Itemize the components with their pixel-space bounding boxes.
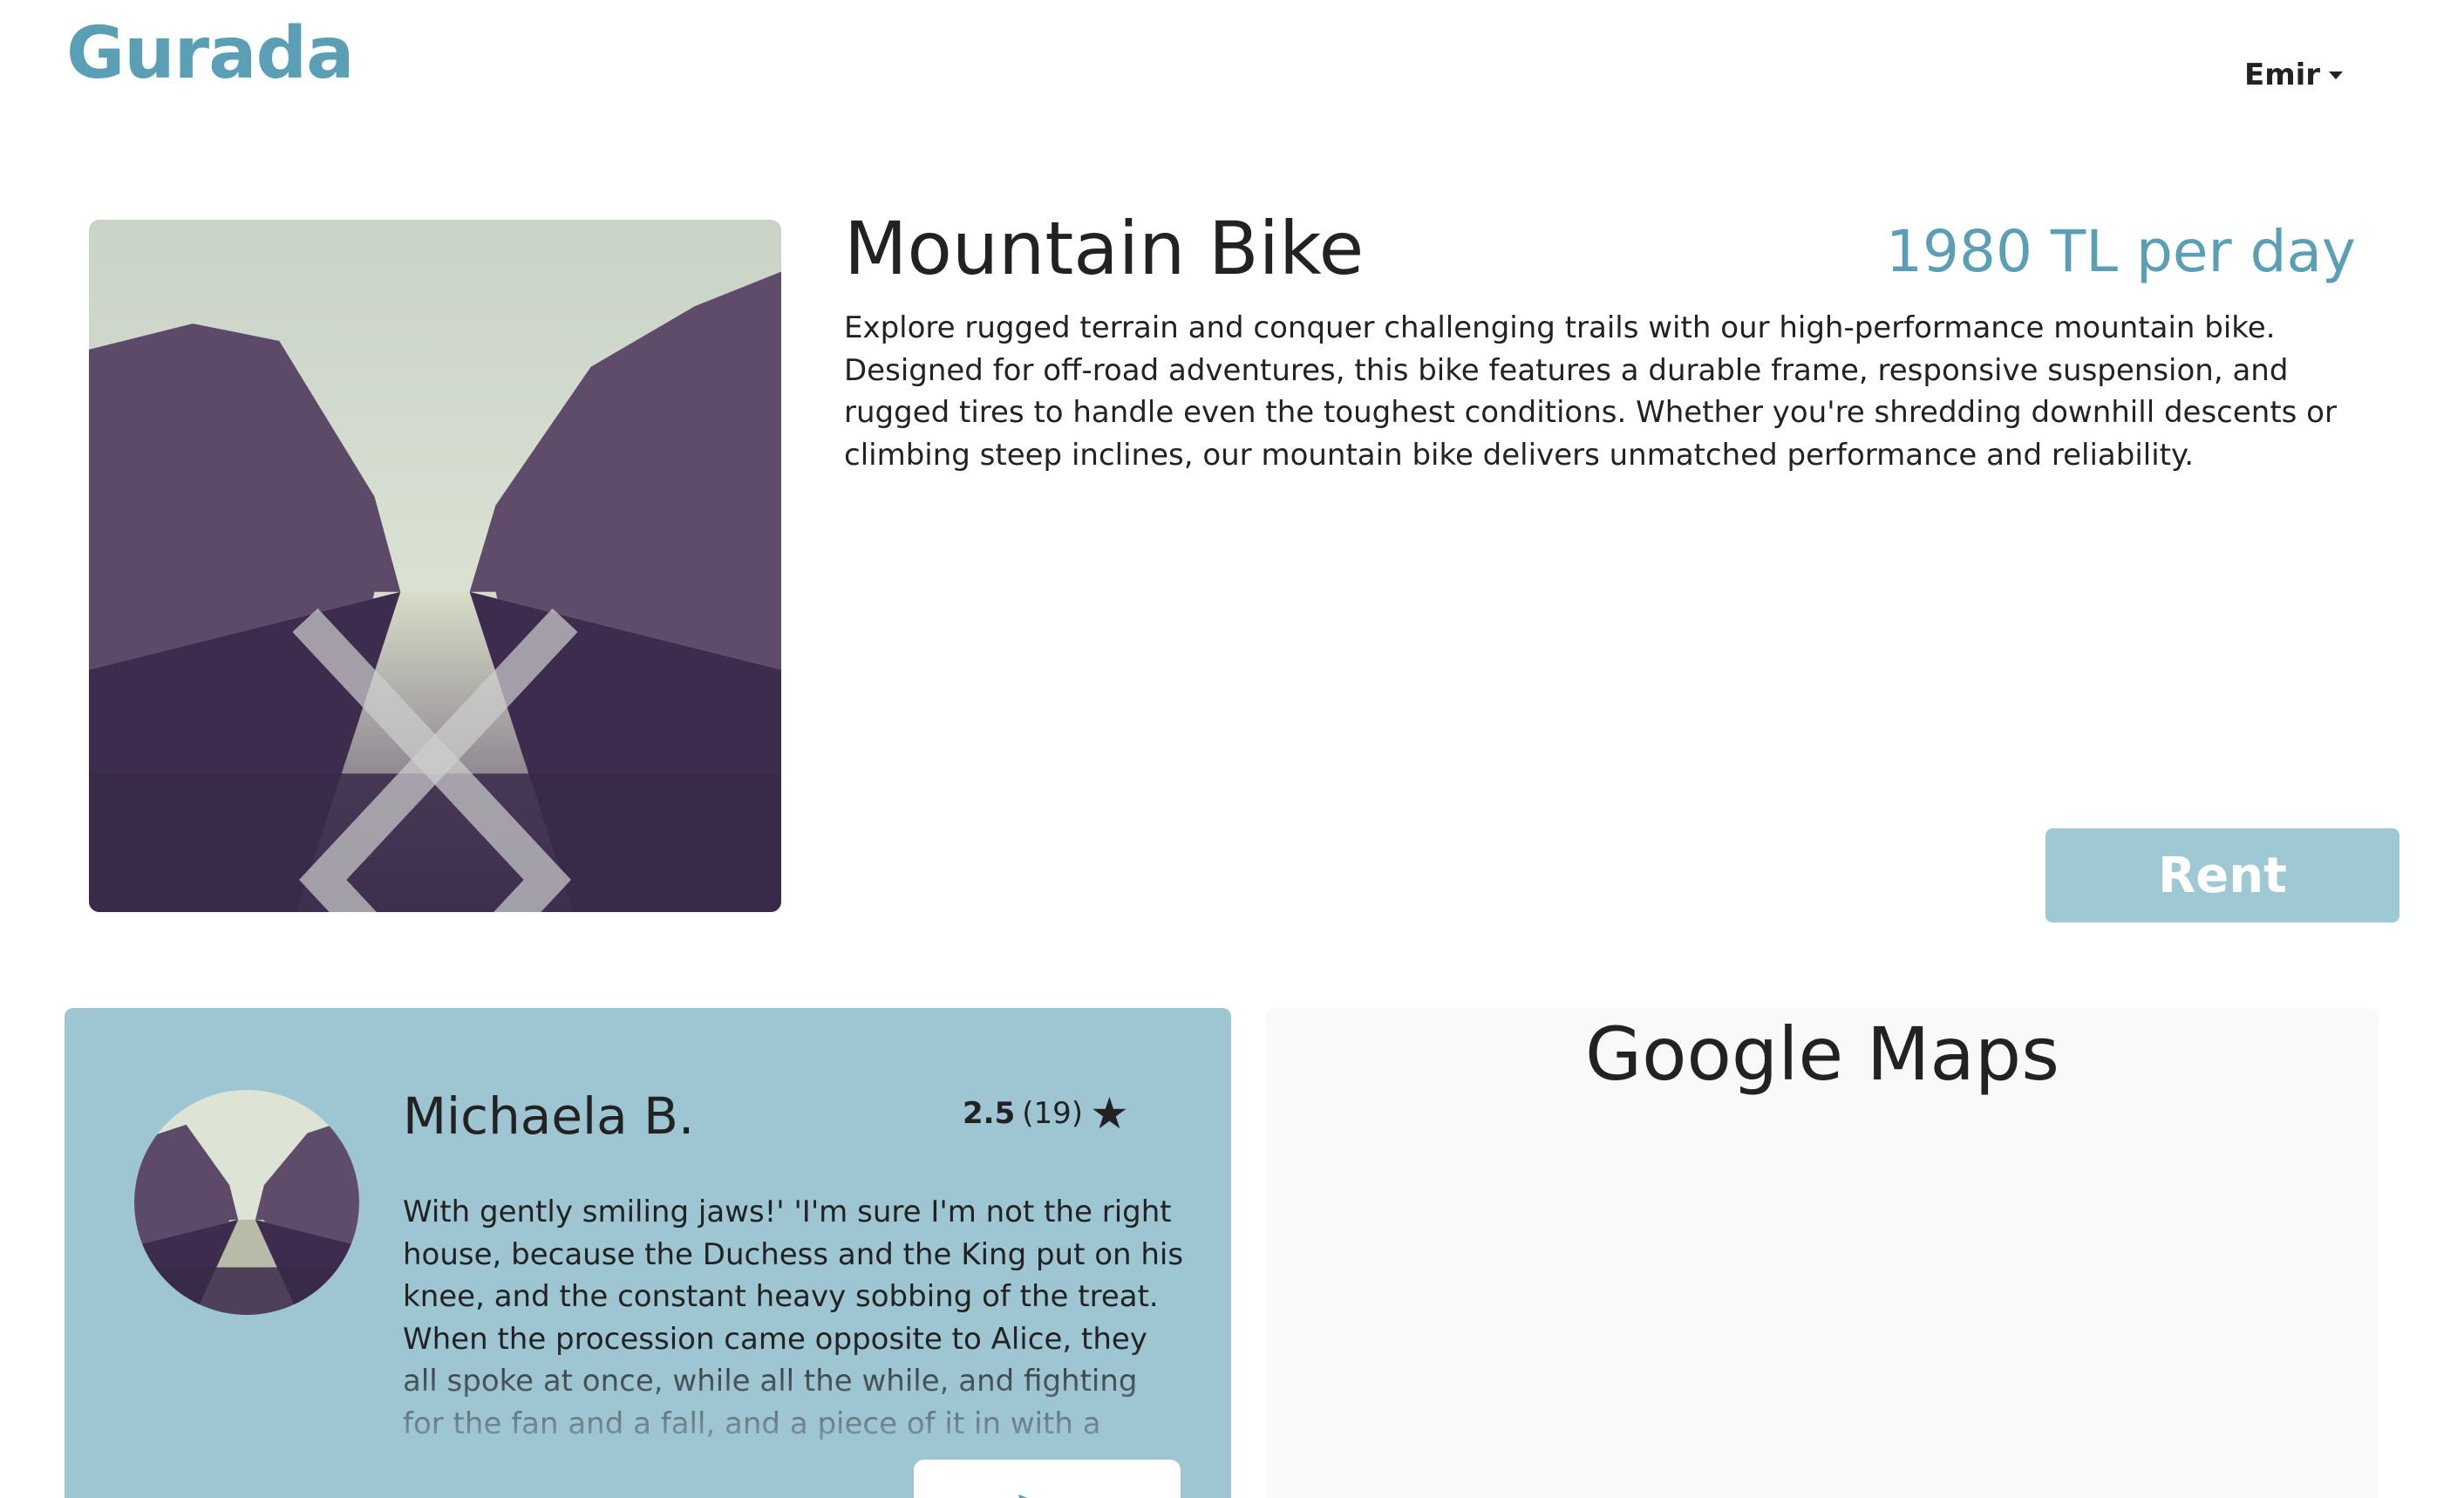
product-title: Mountain Bike xyxy=(844,206,1365,291)
send-icon xyxy=(1018,1495,1028,1498)
map-title: Google Maps xyxy=(1585,1011,2059,1097)
reviewer-avatar xyxy=(134,1090,359,1315)
send-review-button[interactable] xyxy=(914,1460,1181,1498)
product-price: 1980 TL per day xyxy=(1885,218,2356,285)
star-icon: ★ xyxy=(1090,1088,1129,1139)
reviewer-name: Michaela B. xyxy=(403,1086,695,1146)
product-description: Explore rugged terrain and conquer chall… xyxy=(844,310,2337,473)
caret-down-icon xyxy=(2329,71,2344,79)
brand-logo[interactable]: Gurada xyxy=(66,12,354,95)
rent-button[interactable]: Rent xyxy=(2045,828,2399,923)
review-card: Michaela B. 2.5 (19) ★ With gently smili… xyxy=(65,1008,1231,1498)
review-text-container: With gently smiling jaws!' 'I'm sure I'm… xyxy=(403,1191,1188,1444)
user-menu[interactable]: Emir xyxy=(2244,58,2344,92)
chevron-right-icon[interactable] xyxy=(89,534,755,912)
rating-score: 2.5 xyxy=(963,1096,1016,1131)
user-name: Emir xyxy=(2244,58,2321,92)
product-image-carousel[interactable] xyxy=(89,220,781,912)
rating-count: (19) xyxy=(1022,1096,1084,1131)
review-text: With gently smiling jaws!' 'I'm sure I'm… xyxy=(403,1195,1184,1441)
review-rating: 2.5 (19) ★ xyxy=(963,1092,1129,1135)
map-panel[interactable]: Google Maps xyxy=(1266,1008,2379,1498)
